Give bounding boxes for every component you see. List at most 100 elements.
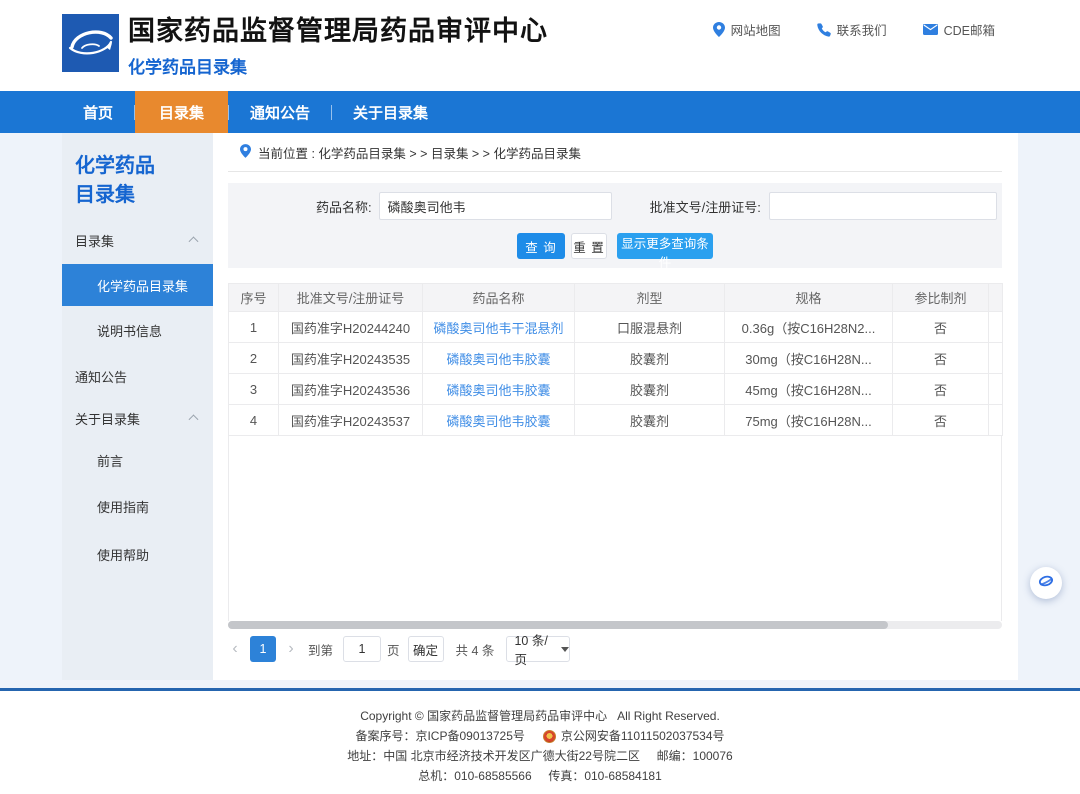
nav-item-notices[interactable]: 通知公告	[229, 91, 331, 133]
contact-label: 联系我们	[837, 20, 887, 39]
copyright-line: Copyright © 国家药品监督管理局药品审评中心 All Right Re…	[360, 706, 720, 726]
sidebar: 化学药品目录集 目录集 化学药品目录集 说明书信息 通知公告 关于目录集 前言 …	[62, 133, 213, 680]
nav-item-catalog[interactable]: 目录集	[135, 91, 228, 133]
horizontal-scrollbar[interactable]	[228, 621, 1002, 629]
nav-item-home[interactable]: 首页	[62, 91, 134, 133]
sidebar-item-notices[interactable]: 通知公告	[62, 354, 213, 398]
breadcrumb-text: 当前位置 : 化学药品目录集 > > 目录集 > > 化学药品目录集	[258, 143, 581, 162]
sidebar-item-about-catalog[interactable]: 关于目录集	[62, 398, 213, 438]
scrollbar-thumb[interactable]	[228, 621, 888, 629]
sidebar-item-label: 通知公告	[75, 367, 127, 386]
site-subtitle: 化学药品目录集	[128, 53, 548, 78]
drug-name-label: 药品名称:	[316, 197, 372, 216]
cell-approval-number: 国药准字H20243536	[279, 374, 423, 405]
chevron-up-icon	[189, 414, 199, 424]
col-clipped	[989, 284, 1003, 312]
sidebar-item-label: 关于目录集	[75, 409, 140, 428]
cell-reference-product: 否	[893, 405, 989, 436]
more-conditions-button[interactable]: 显示更多查询条件	[617, 233, 713, 259]
cell-reference-product: 否	[893, 374, 989, 405]
sidebar-item-leaflet-info[interactable]: 说明书信息	[62, 306, 213, 354]
public-security-badge-icon	[543, 730, 556, 743]
contact-link[interactable]: 联系我们	[817, 20, 887, 39]
cell-specification: 45mg（按C16H28N...	[725, 374, 893, 405]
table-row: 3 国药准字H20243536 磷酸奥司他韦胶囊 胶囊剂 45mg（按C16H2…	[229, 374, 1003, 405]
table-header-row: 序号 批准文号/注册证号 药品名称 剂型 规格 参比制剂	[229, 284, 1003, 312]
breadcrumb: 当前位置 : 化学药品目录集 > > 目录集 > > 化学药品目录集	[228, 133, 1002, 172]
cell-dosage-form: 胶囊剂	[575, 374, 725, 405]
mail-icon	[923, 24, 938, 35]
reset-button[interactable]: 重 置	[571, 233, 607, 259]
cell-clipped	[989, 374, 1003, 405]
cell-clipped	[989, 312, 1003, 343]
col-reference-product: 参比制剂	[893, 284, 989, 312]
footer: Copyright © 国家药品监督管理局药品审评中心 All Right Re…	[0, 691, 1080, 794]
search-form: 药品名称: 批准文号/注册证号: 查 询 重 置 显示更多查询条件	[228, 183, 1002, 268]
brand-block: 国家药品监督管理局药品审评中心 化学药品目录集	[128, 15, 548, 78]
sidebar-item-user-guide[interactable]: 使用指南	[62, 482, 213, 530]
goto-page-input[interactable]	[343, 636, 381, 662]
sidebar-item-label: 说明书信息	[97, 321, 162, 340]
cell-index: 4	[229, 405, 279, 436]
drug-name-input[interactable]	[379, 192, 612, 220]
sidebar-item-label: 使用帮助	[97, 545, 149, 564]
cde-swirl-icon	[1036, 571, 1056, 596]
sitemap-link[interactable]: 网站地图	[713, 20, 781, 39]
floating-widget-button[interactable]	[1030, 567, 1062, 599]
page: 国家药品监督管理局药品审评中心 化学药品目录集 网站地图 联系我们 CDE邮	[0, 0, 1080, 794]
cell-reference-product: 否	[893, 312, 989, 343]
approval-number-input[interactable]	[769, 192, 997, 220]
sidebar-item-foreword[interactable]: 前言	[62, 438, 213, 482]
col-dosage-form: 剂型	[575, 284, 725, 312]
cell-clipped	[989, 405, 1003, 436]
page-size-select[interactable]: 10 条/页	[506, 636, 570, 662]
confirm-button[interactable]: 确定	[408, 636, 444, 662]
drug-name-link[interactable]: 磷酸奥司他韦胶囊	[423, 343, 575, 374]
drug-name-link[interactable]: 磷酸奥司他韦胶囊	[423, 374, 575, 405]
prev-page-button[interactable]: ‹	[228, 640, 242, 658]
total-count: 共 4 条	[456, 640, 495, 659]
cde-mail-link[interactable]: CDE邮箱	[923, 20, 995, 39]
icp-number: 备案序号：京ICP备09013725号	[355, 726, 524, 746]
cell-dosage-form: 胶囊剂	[575, 405, 725, 436]
cde-logo	[62, 14, 119, 72]
table-row: 1 国药准字H20244240 磷酸奥司他韦干混悬剂 口服混悬剂 0.36g（按…	[229, 312, 1003, 343]
cell-index: 1	[229, 312, 279, 343]
phone-icon	[817, 23, 831, 37]
table-empty-area	[228, 436, 1002, 621]
header: 国家药品监督管理局药品审评中心 化学药品目录集 网站地图 联系我们 CDE邮	[0, 0, 1080, 91]
sidebar-item-catalog[interactable]: 目录集	[62, 216, 213, 264]
drug-name-link[interactable]: 磷酸奥司他韦干混悬剂	[423, 312, 575, 343]
cell-specification: 30mg（按C16H28N...	[725, 343, 893, 374]
sidebar-item-help[interactable]: 使用帮助	[62, 530, 213, 578]
query-button[interactable]: 查 询	[517, 233, 565, 259]
next-page-button[interactable]: ›	[284, 640, 298, 658]
cell-reference-product: 否	[893, 343, 989, 374]
cell-approval-number: 国药准字H20244240	[279, 312, 423, 343]
main-nav: 首页 目录集 通知公告 关于目录集	[0, 91, 1080, 133]
page-1-button[interactable]: 1	[250, 636, 276, 662]
drug-name-link[interactable]: 磷酸奥司他韦胶囊	[423, 405, 575, 436]
cell-index: 2	[229, 343, 279, 374]
nav-item-about[interactable]: 关于目录集	[332, 91, 449, 133]
cell-dosage-form: 口服混悬剂	[575, 312, 725, 343]
table-row: 4 国药准字H20243537 磷酸奥司他韦胶囊 胶囊剂 75mg（按C16H2…	[229, 405, 1003, 436]
approval-number-label: 批准文号/注册证号:	[650, 197, 761, 216]
location-pin-icon	[240, 144, 251, 161]
table-row: 2 国药准字H20243535 磷酸奥司他韦胶囊 胶囊剂 30mg（按C16H2…	[229, 343, 1003, 374]
site-title: 国家药品监督管理局药品审评中心	[128, 15, 548, 47]
cell-clipped	[989, 343, 1003, 374]
cell-dosage-form: 胶囊剂	[575, 343, 725, 374]
sidebar-item-label: 化学药品目录集	[97, 276, 188, 295]
phone-line: 总机：010-68585566 传真：010-68584181	[418, 766, 662, 786]
chevron-down-icon	[561, 647, 569, 652]
map-pin-icon	[713, 22, 725, 37]
col-drug-name: 药品名称	[423, 284, 575, 312]
sidebar-item-chemical-catalog[interactable]: 化学药品目录集	[62, 264, 213, 306]
public-security-number[interactable]: 京公网安备11011502037534号	[561, 726, 725, 746]
cell-specification: 75mg（按C16H28N...	[725, 405, 893, 436]
sidebar-title: 化学药品目录集	[62, 133, 185, 210]
page-unit-label: 页	[387, 640, 400, 659]
cell-specification: 0.36g（按C16H28N2...	[725, 312, 893, 343]
sidebar-item-label: 前言	[97, 451, 123, 470]
